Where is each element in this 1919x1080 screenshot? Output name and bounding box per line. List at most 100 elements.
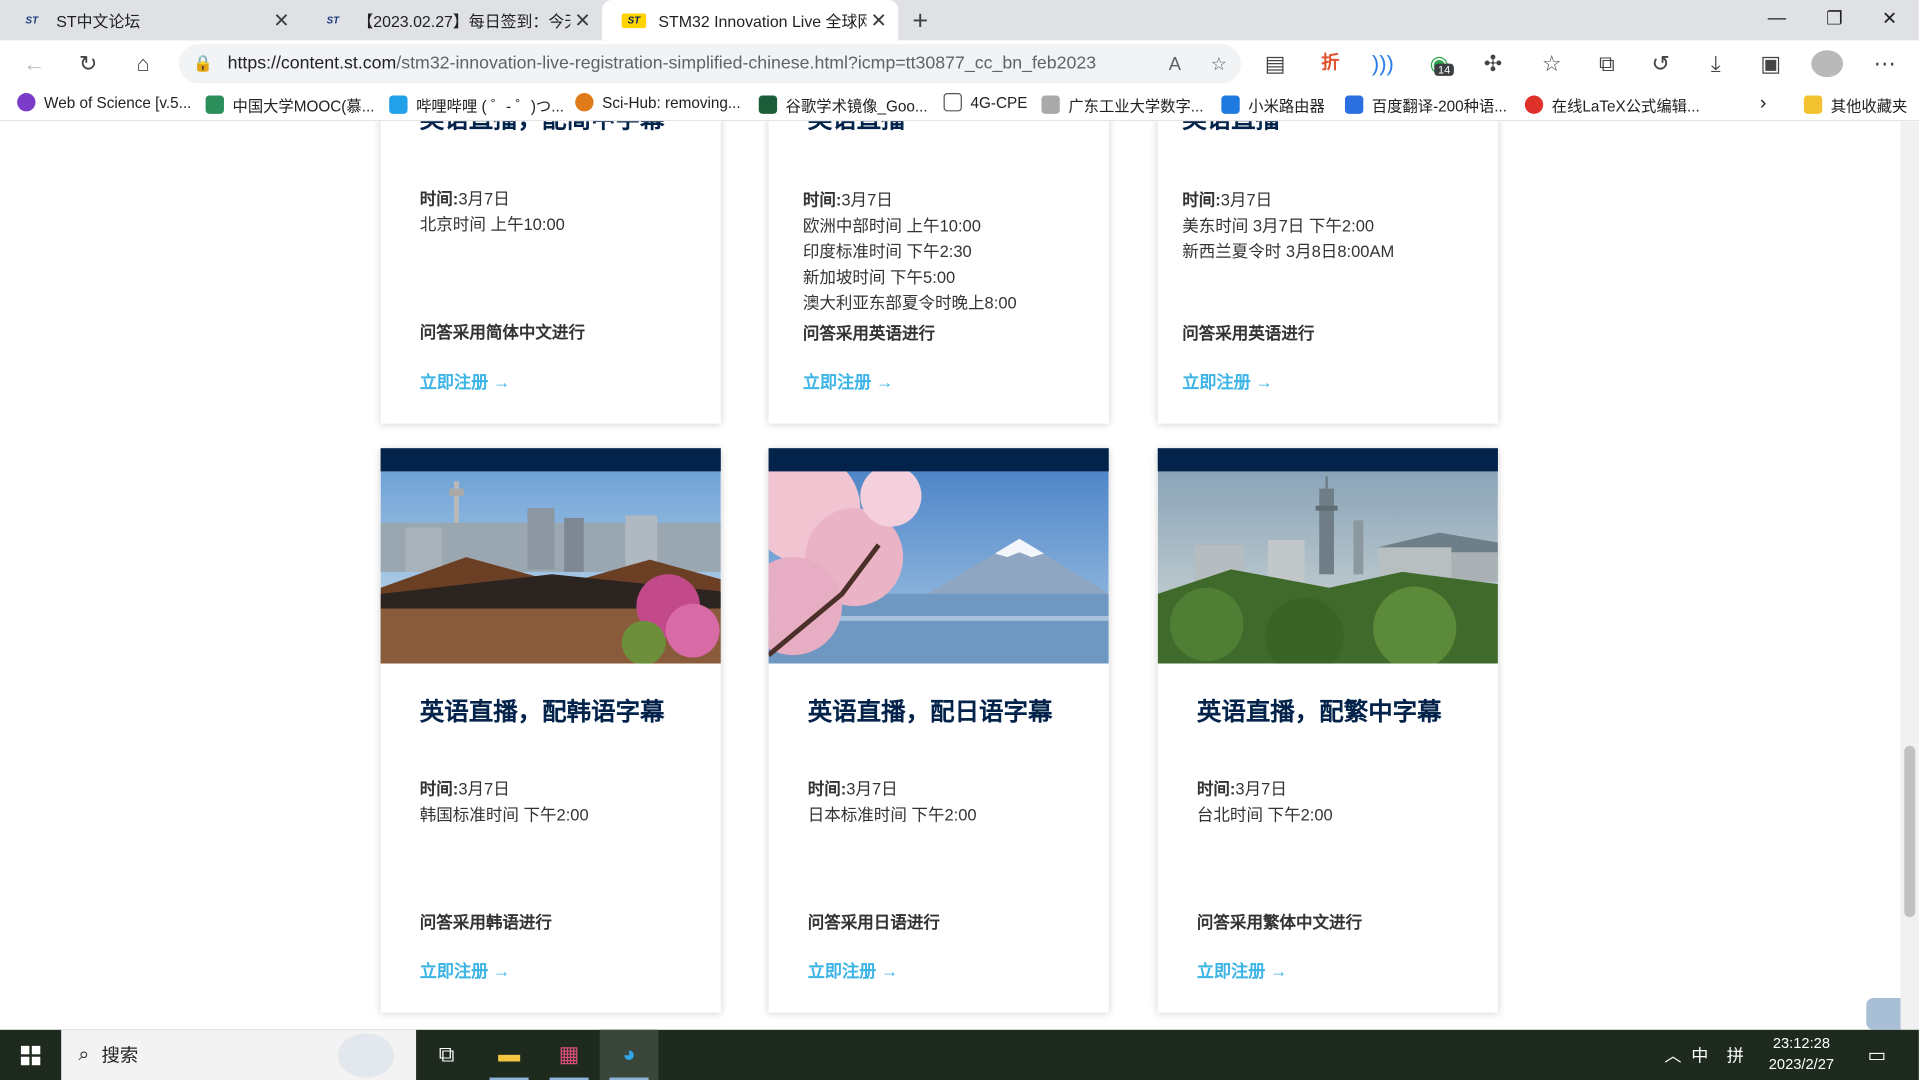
wifi-icon <box>1221 95 1240 114</box>
favorite-add-icon[interactable]: ☆ <box>1197 53 1241 75</box>
window-close-icon[interactable]: ✕ <box>1875 7 1904 30</box>
register-link[interactable]: 立即注册 → <box>420 370 510 394</box>
card-qa-language: 问答采用韩语进行 <box>419 913 552 932</box>
new-tab-button[interactable]: + <box>906 5 935 37</box>
extensions-icon[interactable]: ✣ <box>1478 50 1507 77</box>
card-header-band <box>380 448 721 472</box>
event-card-us: 英语直播 时间:3月7日美东时间 3月7日 下午2:00新西兰夏令时 3月8日8… <box>1157 121 1498 424</box>
task-view-icon[interactable]: ⧉ <box>417 1030 476 1080</box>
refresh-icon[interactable]: ↻ <box>73 50 102 77</box>
address-bar[interactable]: 🔒 https://content.st.com/stm32-innovatio… <box>178 44 1241 84</box>
notification-icon[interactable]: ▭ <box>1868 1030 1887 1080</box>
card-time: 时间:3月7日 日本标准时间 下午2:00 <box>807 780 977 825</box>
card-qa-language: 问答采用英语进行 <box>1182 324 1315 343</box>
file-explorer-icon[interactable]: ▬ <box>480 1030 539 1080</box>
tab-title: 【2023.02.27】每日签到：今天你 <box>357 12 570 31</box>
card-header-band <box>768 448 1109 472</box>
st-logo-icon: ST <box>621 12 647 28</box>
clock-date: 2023/2/27 <box>1768 1055 1835 1073</box>
bookmark-item[interactable]: 在线LaTeX公式编辑... <box>1524 93 1700 116</box>
more-menu-icon[interactable]: ⋯ <box>1870 50 1899 77</box>
scrollbar-thumb[interactable] <box>1904 745 1916 918</box>
bookmark-item[interactable]: Web of Science [v.5... <box>17 93 191 112</box>
close-icon[interactable]: ✕ <box>866 8 890 32</box>
extension-badge: 14 <box>1434 63 1454 76</box>
bookmark-item[interactable]: 小米路由器 <box>1221 93 1325 116</box>
bookmark-item[interactable]: 中国大学MOOC(慕... <box>205 93 374 116</box>
lock-icon[interactable]: 🔒 <box>179 54 228 74</box>
windows-start-icon[interactable] <box>0 1030 61 1080</box>
discount-extension-icon[interactable]: 折 <box>1316 50 1345 77</box>
download-icon[interactable]: ⤓ <box>1701 50 1730 77</box>
seoul-image <box>380 471 721 664</box>
bookmarks-bar: Web of Science [v.5... 中国大学MOOC(慕... 哔哩哔… <box>0 86 1919 122</box>
restore-icon[interactable]: ❐ <box>1820 7 1849 30</box>
minimize-icon[interactable]: — <box>1762 7 1791 28</box>
clock-time: 23:12:28 <box>1772 1034 1831 1052</box>
bilibili-icon <box>389 95 408 114</box>
search-placeholder: 搜索 <box>101 1045 139 1067</box>
close-icon[interactable]: ✕ <box>570 8 594 32</box>
other-bookmarks[interactable]: 其他收藏夹 <box>1803 93 1907 116</box>
folder-icon <box>1803 95 1823 114</box>
st-logo-icon: ST <box>25 14 39 26</box>
taipei-image <box>1157 471 1498 664</box>
card-qa-language: 问答采用繁体中文进行 <box>1196 913 1363 932</box>
page-content: 英语直播，配简中字幕 时间:3月7日北京时间 上午10:00 问答采用简体中文进… <box>0 121 1919 1030</box>
bookmark-item[interactable]: 哔哩哔哩 ( ゜- ゜)つ... <box>389 93 564 116</box>
page-scrollbar[interactable] <box>1900 121 1919 1030</box>
paint-app-icon[interactable]: ▦ <box>540 1030 599 1080</box>
ime-mode[interactable]: 拼 <box>1727 1030 1744 1080</box>
fuji-image <box>768 471 1109 664</box>
wos-icon <box>17 93 36 112</box>
bookmark-item[interactable]: Sci-Hub: removing... <box>575 93 741 112</box>
tab-stm32-live[interactable]: ST STM32 Innovation Live 全球网络 ✕ <box>602 0 899 41</box>
event-card-europe: 英语直播 时间:3月7日欧洲中部时间 上午10:00印度标准时间 下午2:30新… <box>768 121 1109 424</box>
card-time: 时间:3月7日 韩国标准时间 下午2:00 <box>419 780 589 825</box>
register-link[interactable]: 立即注册 → <box>803 370 893 394</box>
register-link[interactable]: 立即注册 → <box>420 959 510 983</box>
bookmark-item[interactable]: 百度翻译-200种语... <box>1344 93 1507 116</box>
back-icon[interactable]: ← <box>20 50 49 77</box>
card-qa-language: 问答采用英语进行 <box>802 324 935 343</box>
url-text[interactable]: https://content.st.com/stm32-innovation-… <box>228 54 1153 74</box>
math-solver-icon[interactable]: ▣ <box>1756 50 1785 77</box>
register-link[interactable]: 立即注册 → <box>1197 959 1287 983</box>
register-link[interactable]: 立即注册 → <box>1182 370 1272 394</box>
close-icon[interactable]: ✕ <box>269 8 293 32</box>
scholar-icon <box>758 95 778 114</box>
taskbar-search-input[interactable]: ⌕ 搜索 <box>61 1029 417 1080</box>
event-card-beijing: 英语直播，配简中字幕 时间:3月7日北京时间 上午10:00 问答采用简体中文进… <box>380 121 721 424</box>
edge-browser-icon[interactable]: ◕ <box>599 1029 659 1080</box>
card-time: 时间:3月7日 美东时间 3月7日 下午2:00 新西兰夏令时 3月8日8:00AM <box>1182 191 1395 261</box>
event-card-korea: 英语直播，配韩语字幕 时间:3月7日 韩国标准时间 下午2:00 问答采用韩语进行… <box>380 448 721 1013</box>
scihub-icon <box>575 93 594 112</box>
polar-bear-icon <box>337 1033 395 1078</box>
profile-avatar[interactable] <box>1811 50 1844 78</box>
card-title: 英语直播，配繁中字幕 <box>1196 699 1442 727</box>
card-title: 英语直播，配韩语字幕 <box>419 699 665 727</box>
ime-language[interactable]: 中 <box>1691 1030 1708 1080</box>
collections-icon[interactable]: ▤ <box>1261 50 1290 77</box>
tray-chevron-icon[interactable]: ︿ <box>1664 1030 1681 1080</box>
audio-extension-icon[interactable]: ))) <box>1368 50 1397 77</box>
bookmark-item[interactable]: 广东工业大学数字... <box>1041 93 1204 116</box>
event-card-taipei: 英语直播，配繁中字幕 时间:3月7日 台北时间 下午2:00 问答采用繁体中文进行… <box>1157 448 1498 1013</box>
bookmark-item[interactable]: 谷歌学术镜像_Goo... <box>758 93 928 116</box>
read-aloud-icon[interactable]: A <box>1153 53 1197 74</box>
card-qa-language: 问答采用日语进行 <box>807 913 940 932</box>
favorites-icon[interactable]: ☆ <box>1537 50 1566 77</box>
tab-st-forum[interactable]: ST ST中文论坛 ✕ <box>0 0 301 40</box>
tab-checkin[interactable]: ST 【2023.02.27】每日签到：今天你 ✕ <box>301 0 602 40</box>
history-icon[interactable]: ↺ <box>1646 50 1675 77</box>
register-link[interactable]: 立即注册 → <box>808 959 898 983</box>
card-time: 时间:3月7日 北京时间 上午10:00 <box>419 189 565 234</box>
tab-collections-icon[interactable]: ⧉ <box>1592 50 1621 77</box>
chevron-right-icon[interactable]: › <box>1760 93 1767 115</box>
home-icon[interactable]: ⌂ <box>128 50 157 77</box>
bookmark-item[interactable]: 4G-CPE <box>943 93 1027 112</box>
taskbar-clock[interactable]: 23:12:28 2023/2/27 <box>1750 1033 1853 1075</box>
card-title: 英语直播，配日语字幕 <box>807 699 1053 727</box>
browser-toolbar: ← ↻ ⌂ 🔒 https://content.st.com/stm32-inn… <box>0 40 1919 87</box>
card-title-clipped: 英语直播 <box>1182 121 1280 134</box>
